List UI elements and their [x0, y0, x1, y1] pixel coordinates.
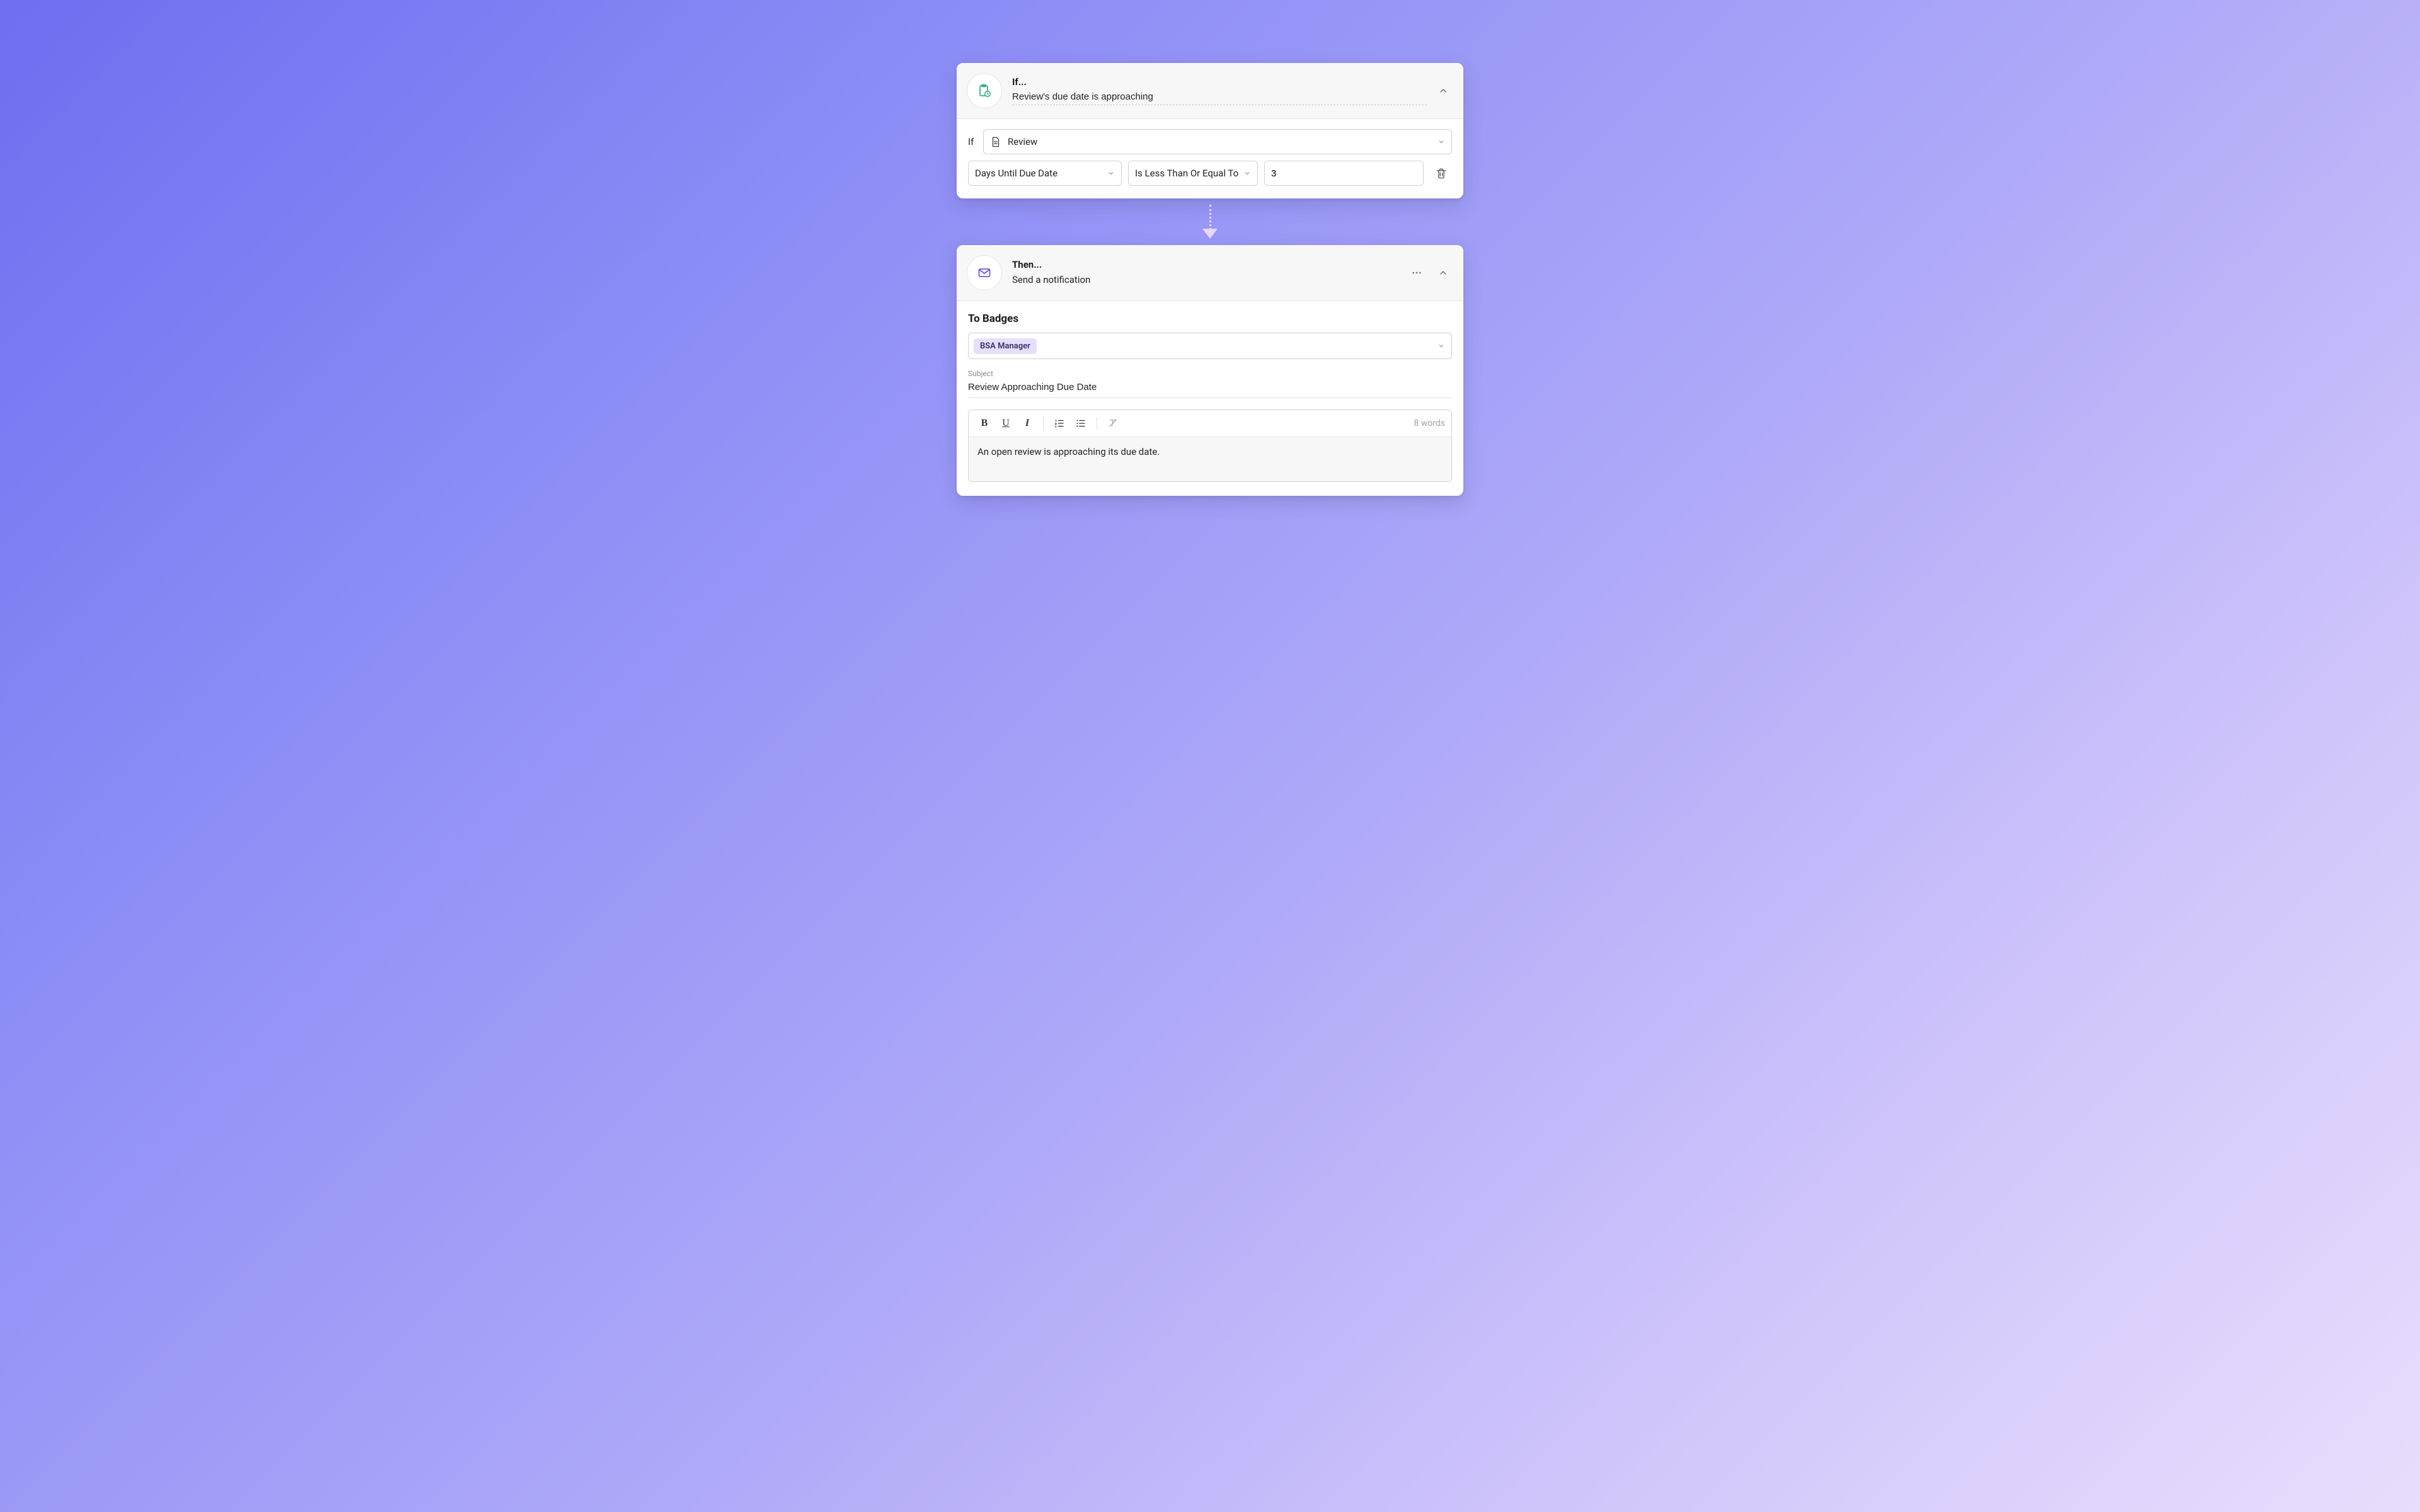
mail-icon [967, 255, 1002, 290]
document-icon [990, 136, 1001, 147]
if-header-text: If... [1012, 76, 1427, 105]
caret-down-icon [1438, 342, 1445, 350]
editor-toolbar: B U I 8 words [969, 410, 1451, 437]
editor-body[interactable]: An open review is approaching its due da… [969, 437, 1451, 481]
then-title: Then... [1012, 259, 1400, 270]
caret-down-icon [1438, 138, 1445, 146]
then-card-body: To Badges BSA Manager Subject B U I [957, 301, 1463, 496]
entity-select[interactable]: Review [983, 129, 1452, 154]
then-collapse-button[interactable] [1434, 264, 1452, 282]
if-card: If... If Review [957, 63, 1463, 198]
subject-label: Subject [968, 369, 1452, 378]
word-count: 8 words [1414, 418, 1445, 428]
then-subtitle: Send a notification [1012, 273, 1400, 287]
then-header-text: Then... Send a notification [1012, 259, 1400, 287]
chevron-up-icon [1438, 268, 1448, 278]
clear-format-button[interactable] [1103, 414, 1122, 433]
message-editor: B U I 8 words An open review is approach… [968, 410, 1452, 482]
to-badges-label: To Badges [968, 312, 1452, 325]
then-card: Then... Send a notification To Badges BS… [957, 245, 1463, 496]
condition-row: Days Until Due Date Is Less Than Or Equa… [968, 161, 1452, 186]
delete-condition-button[interactable] [1430, 162, 1452, 185]
entity-select-label: Review [1008, 136, 1037, 147]
if-card-body: If Review Days Until Due Date Is Less Th… [957, 119, 1463, 198]
subject-field-group: Subject [968, 369, 1452, 398]
if-card-header: If... [957, 63, 1463, 119]
list-bullet-icon [1075, 418, 1086, 429]
more-horizontal-icon [1411, 267, 1422, 278]
trash-icon [1435, 167, 1448, 180]
bold-button[interactable]: B [975, 414, 994, 433]
then-card-header: Then... Send a notification [957, 245, 1463, 301]
operator-select-label: Is Less Than Or Equal To [1135, 168, 1238, 179]
operator-select[interactable]: Is Less Than Or Equal To [1128, 161, 1258, 186]
if-title: If... [1012, 76, 1427, 88]
if-collapse-button[interactable] [1434, 82, 1452, 100]
field-select-label: Days Until Due Date [975, 168, 1057, 179]
if-subtitle-input[interactable] [1012, 90, 1427, 105]
field-select[interactable]: Days Until Due Date [968, 161, 1122, 186]
unordered-list-button[interactable] [1071, 414, 1090, 433]
ordered-list-button[interactable] [1050, 414, 1069, 433]
value-input-wrap [1264, 161, 1424, 186]
clipboard-clock-icon [967, 73, 1002, 108]
clear-format-icon [1107, 418, 1119, 429]
value-input[interactable] [1271, 161, 1417, 185]
then-more-button[interactable] [1408, 264, 1426, 282]
list-ordered-icon [1054, 418, 1065, 429]
chevron-up-icon [1438, 86, 1448, 96]
to-badges-select[interactable]: BSA Manager [968, 333, 1452, 359]
caret-down-icon [1243, 169, 1251, 177]
if-keyword: If [968, 136, 976, 147]
connector-line [1209, 205, 1211, 230]
arrow-down-icon [1202, 229, 1218, 239]
toolbar-separator [1043, 417, 1044, 430]
flow-connector [1202, 205, 1218, 239]
underline-button[interactable]: U [996, 414, 1015, 433]
badge-chip[interactable]: BSA Manager [974, 338, 1037, 354]
italic-button[interactable]: I [1018, 414, 1037, 433]
subject-input[interactable] [968, 379, 1452, 398]
caret-down-icon [1107, 169, 1115, 177]
